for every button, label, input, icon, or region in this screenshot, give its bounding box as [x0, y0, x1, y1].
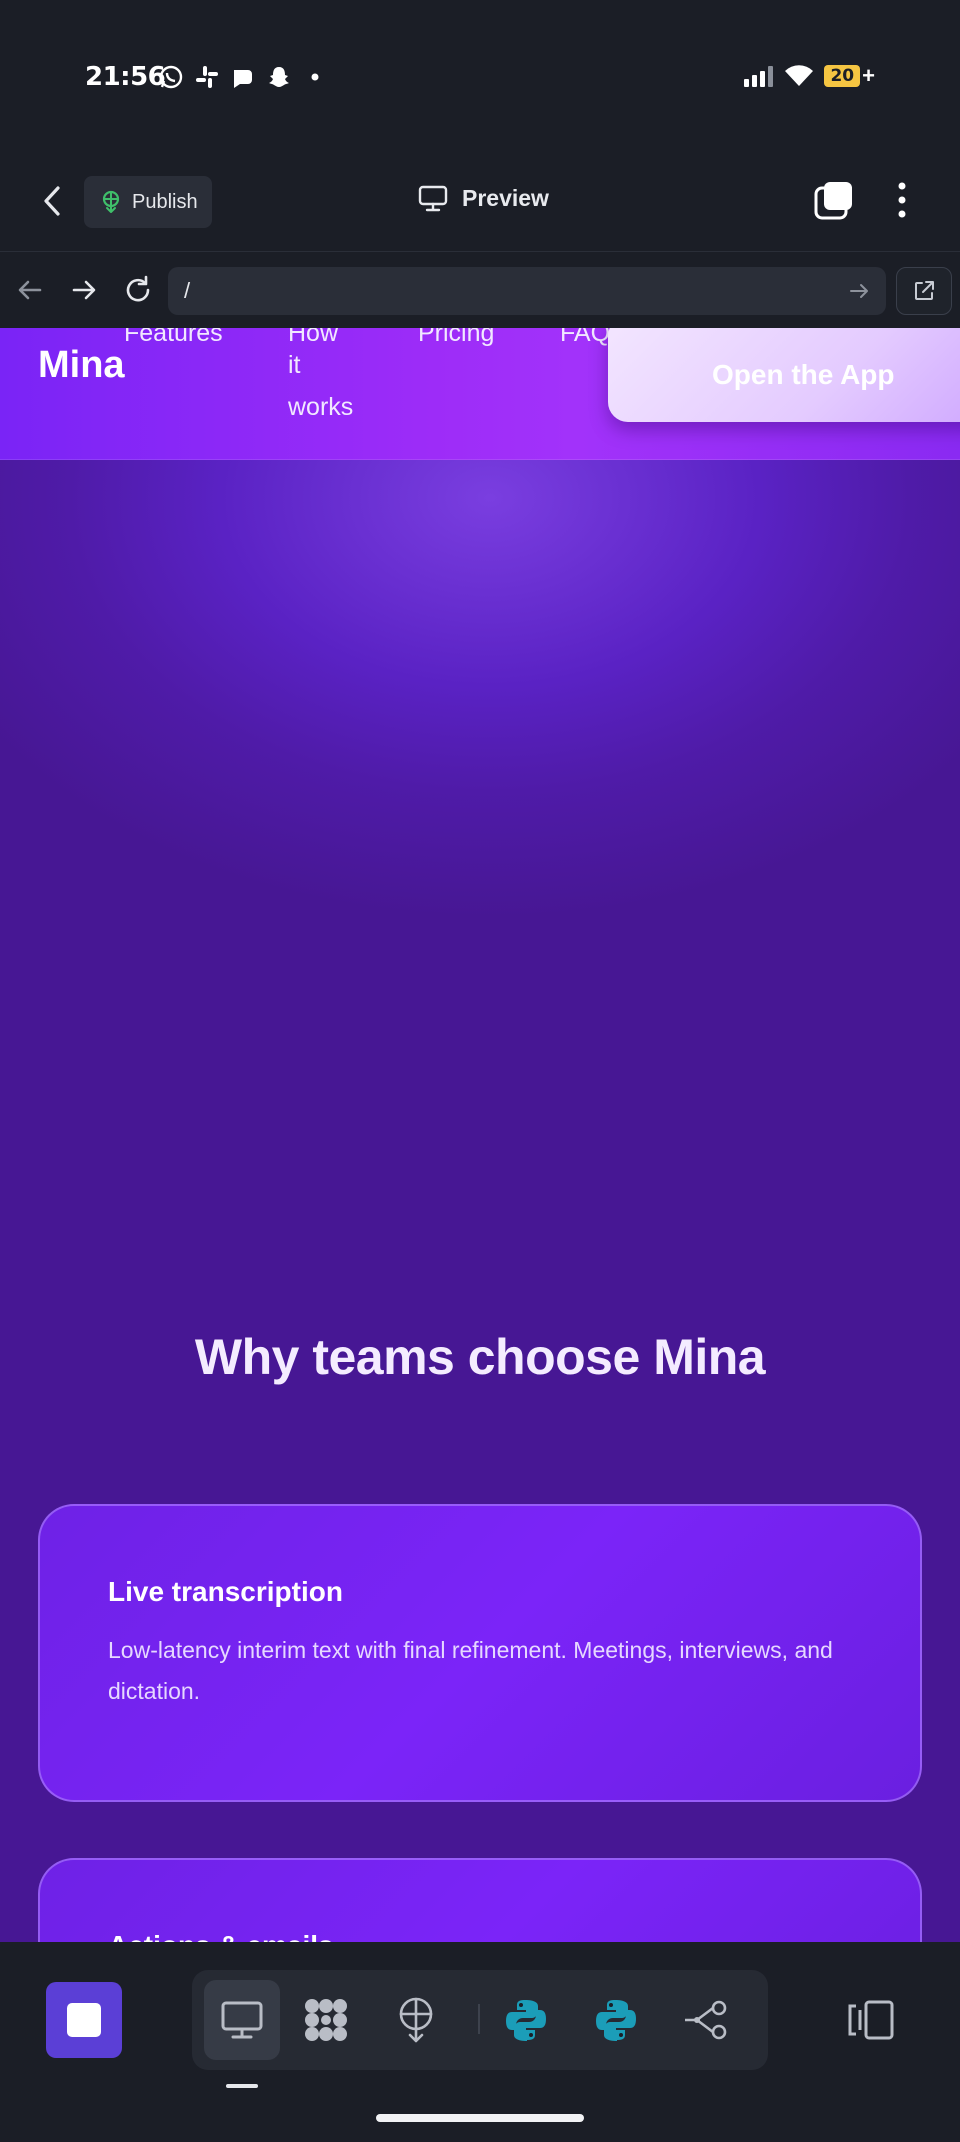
nav-pricing[interactable]: Pricing [418, 328, 494, 354]
nav-faq[interactable]: FAQ [560, 328, 610, 354]
nav-back-icon[interactable] [14, 274, 46, 306]
url-input[interactable]: / [168, 267, 886, 315]
tool-group [192, 1970, 768, 2070]
tabs-icon[interactable] [814, 180, 854, 220]
nav-how-it-works-line2[interactable]: it [288, 344, 301, 386]
feature-card-title: Actions & emails [108, 1930, 334, 1942]
external-link-icon [915, 281, 934, 300]
section-title: Why teams choose Mina [0, 1328, 960, 1386]
dot-icon [311, 73, 319, 81]
python-icon [506, 2000, 546, 2041]
tool-python-1[interactable] [488, 1980, 564, 2060]
python-icon [596, 2000, 636, 2041]
tool-desktop[interactable] [204, 1980, 280, 2060]
nav-forward-icon[interactable] [68, 274, 100, 306]
site-logo[interactable]: Mina [38, 344, 125, 387]
app-bar: Publish Preview [0, 150, 960, 252]
notification-icons [158, 64, 328, 90]
snapchat-icon [269, 67, 289, 87]
signal-icon [744, 66, 774, 87]
status-bar: 21:56 20 + [0, 0, 960, 150]
tool-python-2[interactable] [578, 1980, 654, 2060]
active-tool-indicator [226, 2084, 258, 2088]
tool-divider [478, 2004, 480, 2034]
workflow-icon [685, 2000, 727, 2040]
publish-label: Publish [132, 190, 198, 213]
site-header: Mina Features How it works Pricing FAQ O… [0, 328, 960, 460]
publish-button[interactable]: Publish [84, 176, 212, 228]
back-icon[interactable] [38, 185, 68, 217]
open-app-button[interactable]: Open the App [608, 328, 960, 422]
chat-icon [234, 70, 252, 88]
feature-card: Live transcription Low-latency interim t… [38, 1504, 922, 1802]
tool-deploy[interactable] [378, 1980, 454, 2060]
battery-level: 20 [824, 65, 861, 87]
tool-apps[interactable] [288, 1980, 364, 2060]
home-indicator[interactable] [376, 2114, 584, 2122]
feature-card: Actions & emails [38, 1858, 922, 1942]
nav-features[interactable]: Features [124, 328, 223, 354]
open-app-label: Open the App [712, 359, 895, 390]
site-preview: Mina Features How it works Pricing FAQ O… [0, 328, 960, 1942]
open-external-button[interactable] [896, 267, 952, 315]
apps-icon [305, 1999, 347, 2041]
slack-icon [196, 66, 218, 88]
monitor-icon [418, 185, 448, 212]
dock-panel-icon[interactable] [846, 1998, 896, 2042]
whatsapp-icon [159, 65, 183, 89]
feature-card-title: Live transcription [108, 1576, 343, 1607]
battery-charging: + [862, 63, 875, 88]
stop-button[interactable] [46, 1982, 122, 2058]
bottom-toolbar [0, 1942, 960, 2142]
status-time: 21:56 [85, 62, 166, 92]
battery-indicator: 20 + [824, 63, 875, 88]
url-toolbar: / [0, 252, 960, 328]
preview-toggle[interactable]: Preview [418, 184, 549, 212]
tool-workflow[interactable] [668, 1980, 744, 2060]
status-right: 20 + [744, 63, 875, 88]
more-icon[interactable] [890, 180, 914, 220]
nav-how-it-works-line3[interactable]: works [288, 386, 353, 428]
feature-card-description: Low-latency interim text with final refi… [108, 1637, 833, 1704]
url-value: / [184, 278, 191, 303]
publish-icon [102, 190, 120, 213]
section-title-text: Why teams choose Mina [194, 1329, 766, 1385]
wifi-icon [785, 65, 814, 86]
stop-icon [67, 2003, 101, 2037]
reload-icon[interactable] [122, 274, 154, 306]
desktop-icon [221, 2001, 263, 2039]
preview-label: Preview [462, 184, 549, 211]
deploy-icon [399, 1997, 433, 2043]
go-arrow-icon[interactable] [848, 280, 870, 302]
